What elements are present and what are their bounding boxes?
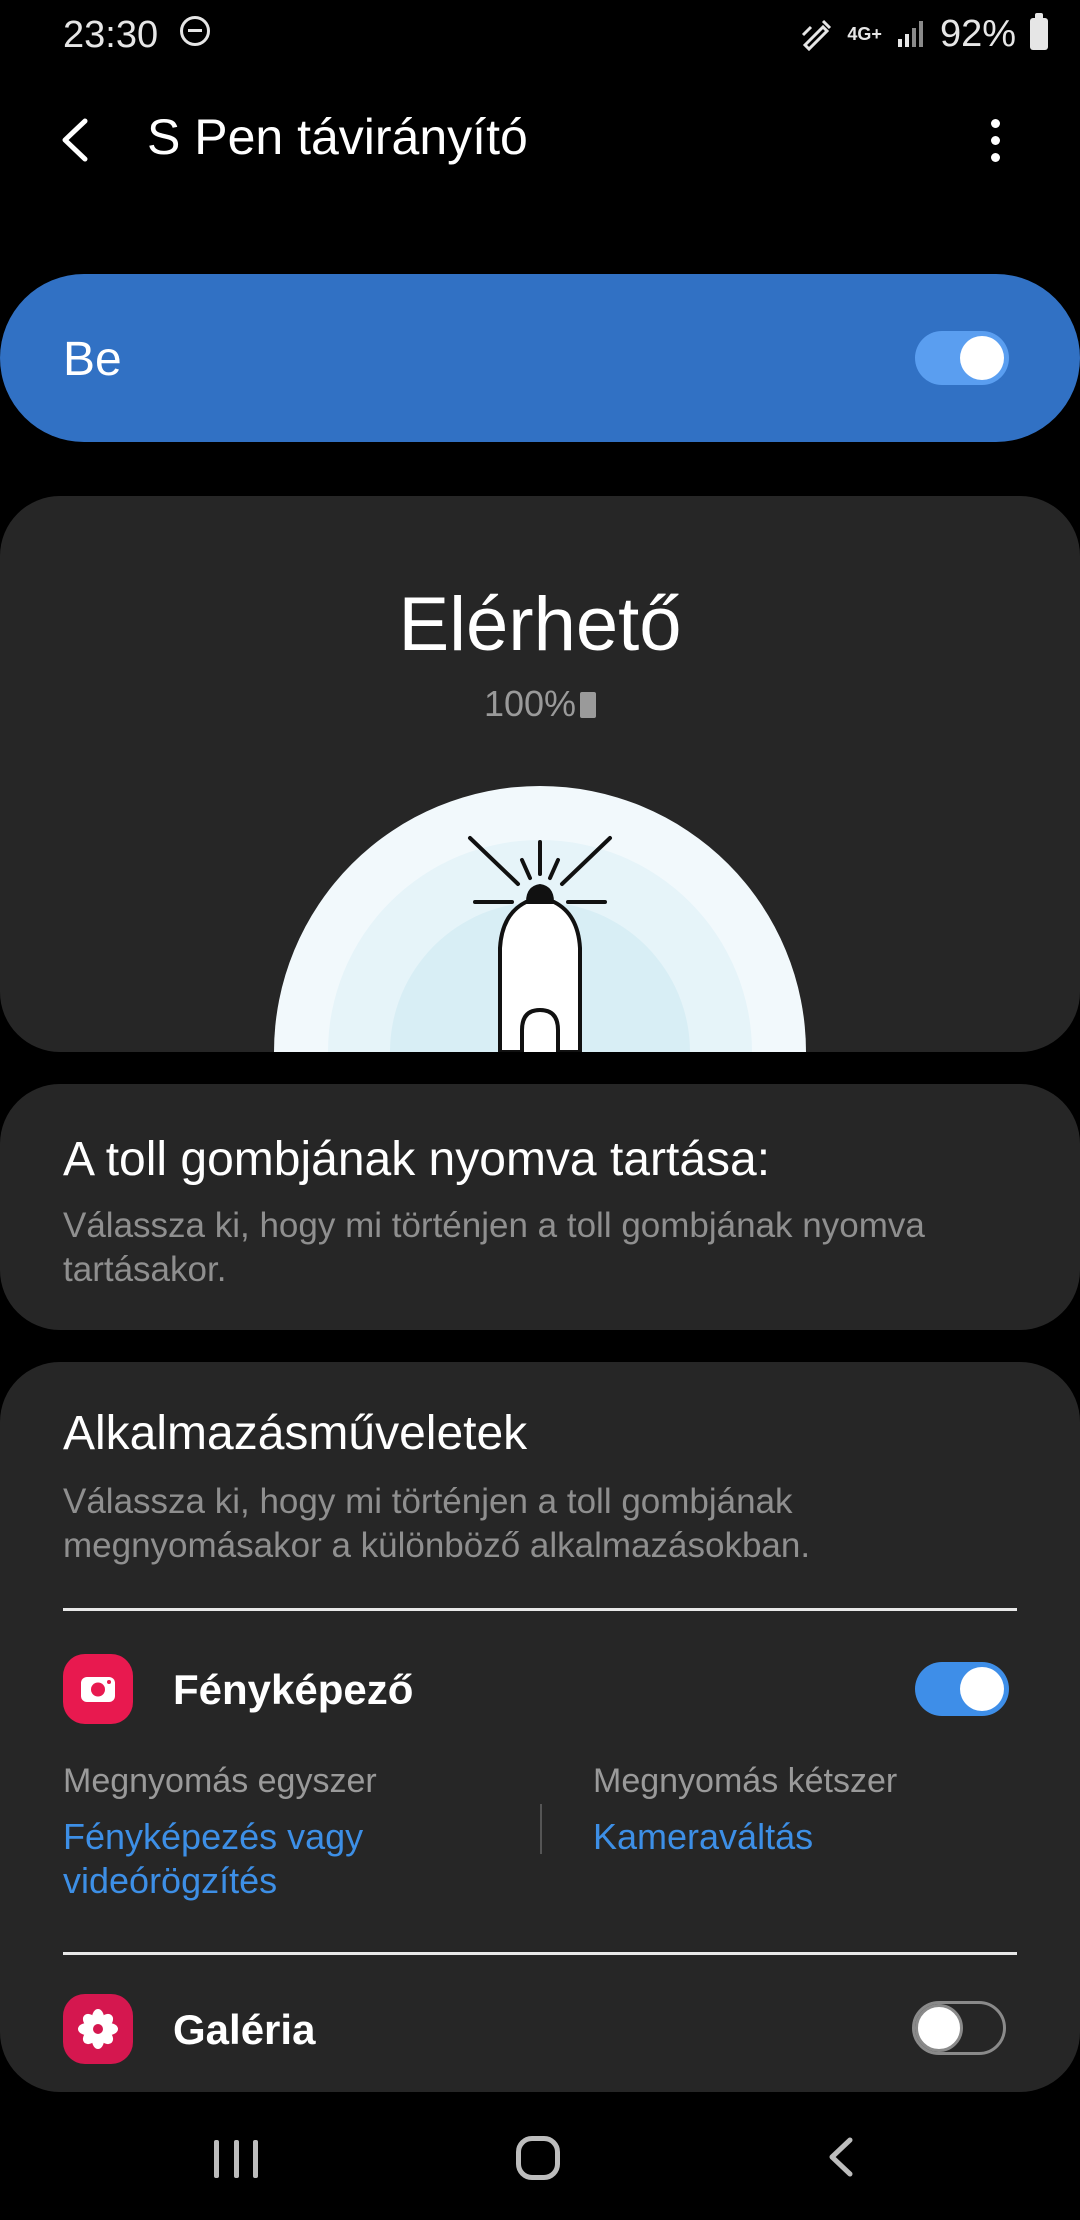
recent-bar-icon [253, 2140, 258, 2178]
double-press-value: Kameraváltás [593, 1816, 814, 1857]
status-right-group: 4G+ 92% [799, 12, 1048, 56]
double-press-label: Megnyomás kétszer [593, 1762, 898, 1800]
s-pen-status-icon [802, 19, 832, 51]
vertical-divider [540, 1804, 542, 1854]
network-type-icon: 4G+ [847, 24, 882, 44]
status-time: 23:30 [63, 14, 159, 56]
press-and-hold-description: Válassza ki, hogy mi történjen a toll go… [63, 1206, 925, 1289]
pen-battery-line: 100% [0, 683, 1080, 725]
single-press-action[interactable]: Megnyomás egyszer Fényképezés vagy videó… [63, 1762, 523, 1903]
app-row-camera[interactable]: Fényképező [0, 1642, 1080, 1762]
pen-battery-percent: 100% [483, 683, 577, 724]
chevron-left-icon [829, 2137, 853, 2177]
app-actions-description: Válassza ki, hogy mi történjen a toll go… [63, 1482, 811, 1565]
pen-battery-icon [580, 692, 597, 718]
pen-status-card: Elérhető 100% [0, 496, 1080, 1052]
single-press-label: Megnyomás egyszer [63, 1762, 377, 1800]
app-name: Fényképező [173, 1666, 414, 1713]
master-switch-label: Be [63, 333, 122, 386]
do-not-disturb-icon [180, 16, 210, 46]
double-press-action[interactable]: Megnyomás kétszer Kameraváltás [593, 1762, 1023, 1859]
toggle-knob [960, 336, 1004, 380]
app-actions-title: Alkalmazásműveletek [63, 1407, 528, 1460]
back-button[interactable] [55, 105, 115, 175]
battery-percent: 92% [939, 12, 1016, 55]
gallery-flower-icon [63, 1994, 133, 2064]
camera-toggle[interactable] [915, 1662, 1009, 1716]
nav-back-button[interactable] [822, 2132, 862, 2182]
status-bar: 23:30 4G+ 92% [0, 0, 1080, 70]
app-row-gallery[interactable]: Galéria [0, 1984, 1080, 2094]
press-and-hold-card[interactable]: A toll gombjának nyomva tartása: Válassz… [0, 1084, 1080, 1330]
gallery-toggle[interactable] [912, 2001, 1006, 2055]
home-button[interactable] [516, 2136, 560, 2180]
more-dot-icon [990, 118, 1000, 128]
app-actions-card: Alkalmazásműveletek Válassza ki, hogy mi… [0, 1362, 1080, 2092]
toggle-knob [915, 2004, 963, 2052]
battery-icon [1030, 13, 1048, 50]
recent-apps-button[interactable] [214, 2140, 258, 2178]
pen-status-text: Elérhető [398, 582, 682, 667]
more-dot-icon [990, 152, 1000, 162]
chevron-left-icon [62, 118, 88, 162]
navigation-bar [0, 2110, 1080, 2220]
recent-bar-icon [214, 2140, 219, 2178]
divider [63, 1952, 1017, 1955]
recent-bar-icon [233, 2140, 239, 2178]
divider [63, 1608, 1017, 1611]
signal-icon [897, 21, 923, 47]
master-toggle[interactable] [915, 331, 1009, 385]
master-switch-bar[interactable]: Be [0, 274, 1080, 442]
s-pen-illustration [274, 786, 806, 1052]
press-and-hold-title: A toll gombjának nyomva tartása: [63, 1133, 771, 1186]
more-options-button[interactable] [975, 105, 1015, 175]
page-title: S Pen távirányító [147, 109, 528, 165]
camera-icon [63, 1654, 133, 1724]
toggle-knob [960, 1667, 1004, 1711]
single-press-value: Fényképezés vagy videórögzítés [63, 1816, 364, 1901]
app-name: Galéria [173, 2006, 316, 2053]
more-dot-icon [990, 135, 1000, 145]
